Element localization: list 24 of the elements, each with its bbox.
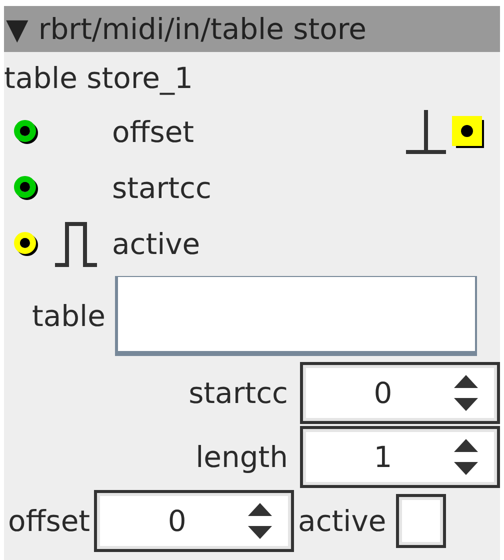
instance-name: table store_1 xyxy=(4,64,193,92)
spinbox[interactable]: 0 xyxy=(94,490,294,552)
input-field[interactable] xyxy=(115,276,478,356)
param-label: offset xyxy=(8,506,90,536)
spinbox[interactable]: 0 xyxy=(300,362,500,424)
param-label: startcc xyxy=(188,378,288,408)
checkbox[interactable] xyxy=(396,494,446,548)
spin-arrows-icon[interactable] xyxy=(247,502,274,540)
spinbox[interactable]: 1 xyxy=(300,426,500,488)
inlet-icon[interactable] xyxy=(14,232,38,256)
spin-arrows-icon[interactable] xyxy=(453,438,479,476)
spin-arrows-icon[interactable] xyxy=(453,374,479,412)
object-title: rbrt/midi/in/table store xyxy=(38,14,366,44)
field-label: table xyxy=(32,302,106,330)
param-label: length xyxy=(196,442,288,472)
inlet-label: startcc xyxy=(112,174,212,202)
param-label: active xyxy=(298,506,386,536)
inlet-label: active xyxy=(112,230,200,258)
collapse-toggle[interactable]: ▼ xyxy=(6,14,28,44)
inlet-label: offset xyxy=(112,118,194,146)
outlet-icon[interactable] xyxy=(452,116,486,150)
ground-icon xyxy=(404,110,448,154)
inlet-icon[interactable] xyxy=(14,120,38,144)
inlet-icon[interactable] xyxy=(14,176,38,200)
